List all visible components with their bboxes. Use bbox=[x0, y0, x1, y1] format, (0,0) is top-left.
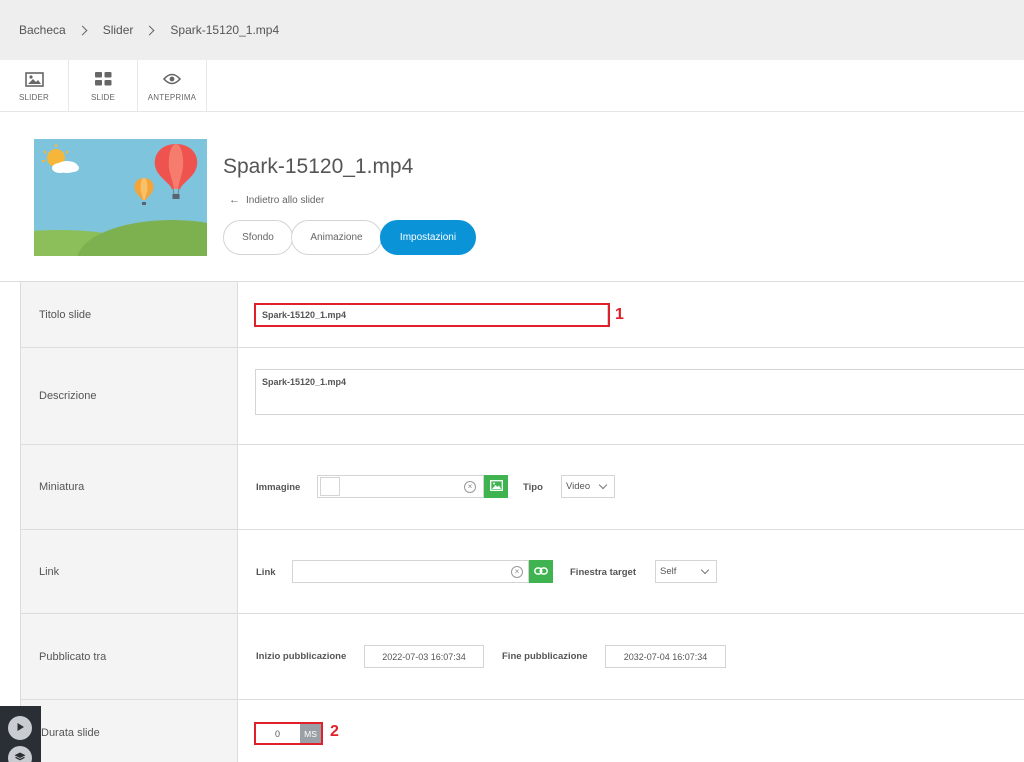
toolbar: SLIDER SLIDE ANTEPRIMA bbox=[0, 60, 1024, 112]
tab-animazione[interactable]: Animazione bbox=[291, 220, 382, 255]
target-select-value: Self bbox=[660, 566, 677, 577]
type-select[interactable]: Video bbox=[561, 475, 615, 498]
title-label: Titolo slide bbox=[21, 282, 238, 347]
link-button[interactable] bbox=[529, 560, 553, 583]
layers-icon bbox=[14, 749, 26, 762]
image-icon bbox=[489, 478, 503, 496]
slide-tabs: Sfondo Animazione Impostazioni bbox=[223, 220, 476, 255]
play-button[interactable] bbox=[8, 716, 32, 740]
slide-thumbnail bbox=[34, 139, 207, 256]
breadcrumb-slider[interactable]: Slider bbox=[103, 23, 134, 37]
image-icon bbox=[24, 70, 44, 88]
back-to-slider-link[interactable]: ← Indietro allo slider bbox=[229, 194, 324, 206]
annotation-marker-2: 2 bbox=[330, 723, 339, 740]
layers-button[interactable] bbox=[8, 746, 32, 762]
link-icon bbox=[534, 563, 548, 581]
image-input[interactable] bbox=[317, 475, 484, 498]
link-row-label: Link bbox=[21, 530, 238, 613]
breadcrumb: Bacheca Slider Spark-15120_1.mp4 bbox=[0, 0, 1024, 60]
grid-icon bbox=[94, 70, 112, 88]
thumbnail-label: Miniatura bbox=[21, 445, 238, 529]
tab-sfondo[interactable]: Sfondo bbox=[223, 220, 293, 255]
chevron-down-icon bbox=[598, 480, 608, 490]
row-link: Link Link × Finestra target Self bbox=[21, 530, 1024, 614]
toolbar-preview-button[interactable]: ANTEPRIMA bbox=[138, 60, 207, 112]
tab-impostazioni[interactable]: Impostazioni bbox=[380, 220, 476, 255]
row-duration: Durata slide 0 MS 2 bbox=[21, 700, 1024, 762]
image-field-label: Immagine bbox=[256, 482, 301, 493]
toolbar-preview-label: ANTEPRIMA bbox=[147, 93, 197, 102]
start-date-label: Inizio pubblicazione bbox=[256, 651, 347, 662]
description-label: Descrizione bbox=[21, 348, 238, 444]
target-field-label: Finestra target bbox=[570, 567, 636, 578]
breadcrumb-current: Spark-15120_1.mp4 bbox=[170, 23, 280, 37]
clear-link-icon[interactable]: × bbox=[511, 566, 523, 578]
play-icon bbox=[15, 719, 25, 737]
published-label: Pubblicato tra bbox=[21, 614, 238, 699]
arrow-left-icon: ← bbox=[229, 194, 240, 206]
eye-icon bbox=[163, 70, 181, 88]
back-link-label: Indietro allo slider bbox=[246, 194, 325, 206]
clear-image-icon[interactable]: × bbox=[464, 481, 476, 493]
duration-label: Durata slide bbox=[21, 700, 238, 762]
end-date-input[interactable]: 2032-07-04 16:07:34 bbox=[605, 645, 726, 668]
page-title: Spark-15120_1.mp4 bbox=[223, 155, 414, 178]
breadcrumb-bacheca[interactable]: Bacheca bbox=[19, 23, 66, 37]
description-textarea[interactable]: Spark-15120_1.mp4 bbox=[255, 369, 1024, 415]
link-field-label: Link bbox=[256, 567, 276, 578]
annotation-marker-1: 1 bbox=[615, 306, 624, 323]
slide-settings-form: Titolo slide Spark-15120_1.mp4 1 Descriz… bbox=[20, 282, 1024, 762]
end-date-label: Fine pubblicazione bbox=[502, 651, 588, 662]
chevron-right-icon bbox=[77, 25, 88, 35]
image-preview-box bbox=[320, 477, 340, 496]
toolbar-slide-label: SLIDE bbox=[90, 93, 116, 102]
player-widget bbox=[0, 706, 41, 762]
choose-image-button[interactable] bbox=[484, 475, 508, 498]
slide-header: Spark-15120_1.mp4 ← Indietro allo slider… bbox=[0, 113, 1024, 282]
row-published: Pubblicato tra Inizio pubblicazione 2022… bbox=[21, 614, 1024, 700]
toolbar-slider-label: SLIDER bbox=[18, 93, 50, 102]
link-input[interactable] bbox=[292, 560, 529, 583]
type-field-label: Tipo bbox=[523, 482, 543, 493]
annotation-box-2 bbox=[254, 722, 323, 745]
start-date-input[interactable]: 2022-07-03 16:07:34 bbox=[364, 645, 484, 668]
row-title: Titolo slide Spark-15120_1.mp4 1 bbox=[21, 282, 1024, 348]
toolbar-slider-button[interactable]: SLIDER bbox=[0, 60, 69, 112]
annotation-box-1 bbox=[254, 303, 610, 327]
chevron-right-icon bbox=[144, 25, 155, 35]
chevron-down-icon bbox=[700, 565, 710, 575]
row-thumbnail: Miniatura Immagine × Tipo Video bbox=[21, 445, 1024, 530]
target-select[interactable]: Self bbox=[655, 560, 717, 583]
type-select-value: Video bbox=[566, 481, 591, 492]
row-description: Descrizione Spark-15120_1.mp4 bbox=[21, 348, 1024, 445]
toolbar-slide-button[interactable]: SLIDE bbox=[69, 60, 138, 112]
